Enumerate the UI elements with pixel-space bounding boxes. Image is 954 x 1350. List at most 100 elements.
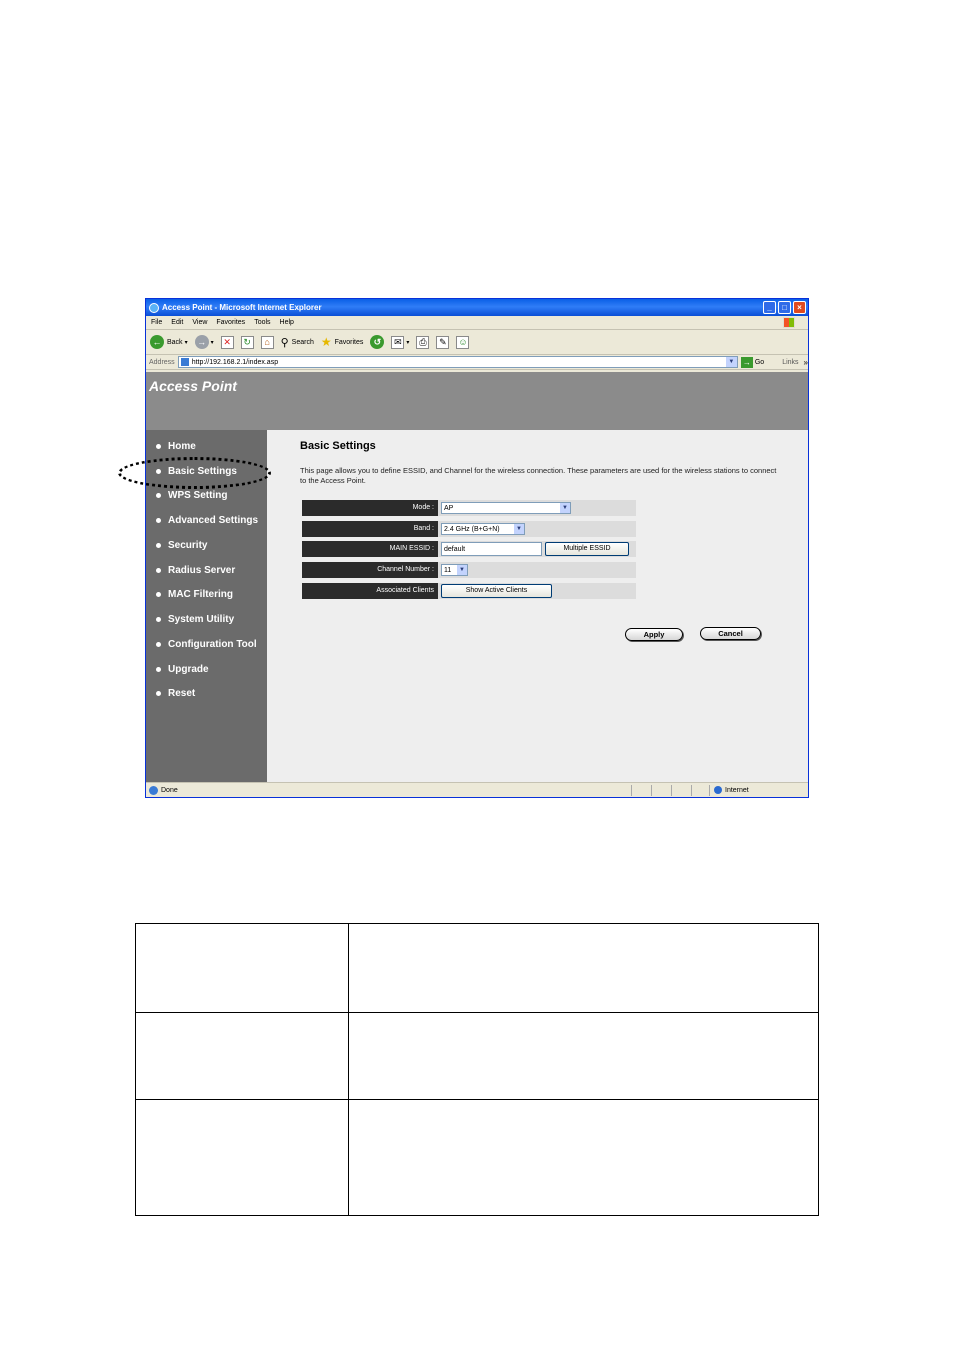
sidebar-item-advanced-settings[interactable]: Advanced Settings [156, 515, 258, 526]
back-label: Back [167, 338, 183, 346]
apply-button[interactable]: Apply [625, 628, 683, 641]
band-label: Band : [302, 521, 438, 537]
sidebar-item-upgrade[interactable]: Upgrade [156, 664, 209, 675]
description-table [135, 923, 819, 1216]
ie-icon [149, 302, 159, 313]
mail-button[interactable]: ✉ ▾ [391, 335, 409, 349]
menu-edit[interactable]: Edit [171, 319, 183, 326]
sidebar-item-label: Radius Server [168, 565, 236, 576]
menu-view[interactable]: View [192, 319, 207, 326]
bullet-icon [156, 592, 161, 597]
history-icon: ↺ [370, 335, 385, 349]
clients-label: Associated Clients [302, 583, 438, 599]
windows-flag-icon [783, 317, 795, 328]
sidebar-item-label: Home [168, 441, 196, 452]
table-row [135, 1012, 819, 1100]
status-divider [651, 785, 652, 796]
essid-input[interactable]: default [441, 542, 542, 556]
history-button[interactable]: ↺ [370, 335, 385, 349]
sidebar-item-label: MAC Filtering [168, 589, 233, 600]
sidebar-item-radius-server[interactable]: Radius Server [156, 565, 235, 576]
chevron-down-icon[interactable]: ▾ [406, 339, 409, 346]
sidebar-item-reset[interactable]: Reset [156, 688, 195, 699]
address-label: Address [149, 358, 175, 366]
brand-title: Access Point [149, 378, 237, 394]
stop-button[interactable]: ✕ [220, 335, 234, 349]
sidebar-item-mac-filtering[interactable]: MAC Filtering [156, 589, 233, 600]
table-cell [348, 923, 819, 1013]
channel-value: 11 [444, 566, 452, 574]
essid-row: MAIN ESSID : default Multiple ESSID [302, 541, 636, 557]
show-active-clients-button[interactable]: Show Active Clients [441, 584, 552, 598]
sidebar-item-system-utility[interactable]: System Utility [156, 614, 234, 625]
clients-row: Associated Clients Show Active Clients [302, 583, 636, 599]
menu-file[interactable]: File [151, 319, 162, 326]
browser-window: Access Point - Microsoft Internet Explor… [145, 298, 809, 798]
essid-value: default [444, 545, 466, 553]
back-button[interactable]: ← Back ▾ [150, 335, 188, 349]
search-button[interactable]: ⚲ Search [281, 336, 314, 349]
multiple-essid-button[interactable]: Multiple ESSID [545, 542, 629, 556]
forward-button[interactable]: → ▾ [194, 335, 214, 349]
sidebar-item-label: Configuration Tool [168, 639, 257, 650]
mode-value: AP [444, 504, 454, 512]
menu-tools[interactable]: Tools [254, 319, 270, 326]
mode-select[interactable]: AP ▼ [441, 502, 571, 514]
band-select[interactable]: 2.4 GHz (B+G+N) ▼ [441, 523, 525, 535]
messenger-icon: ☺ [456, 335, 470, 349]
address-input[interactable]: http://192.168.2.1/index.asp ▼ [177, 356, 738, 368]
page-description: This page allows you to define ESSID, an… [300, 466, 777, 485]
security-zone: Internet [714, 786, 749, 794]
refresh-button[interactable]: ↻ [240, 335, 254, 349]
links-button[interactable]: Links [782, 359, 798, 366]
sidebar-item-configuration-tool[interactable]: Configuration Tool [156, 639, 257, 650]
stop-icon: ✕ [220, 335, 234, 349]
globe-icon [714, 786, 722, 794]
sidebar-item-security[interactable]: Security [156, 540, 207, 551]
window-title: Access Point - Microsoft Internet Explor… [162, 303, 322, 312]
table-cell [348, 1012, 819, 1100]
messenger-button[interactable]: ☺ [456, 335, 470, 349]
refresh-icon: ↻ [240, 335, 254, 349]
status-divider [691, 785, 692, 796]
menu-bar: File Edit View Favorites Tools Help [146, 316, 808, 330]
channel-row: Channel Number : 11 ▼ [302, 562, 636, 578]
status-bar: Done Internet [146, 782, 808, 797]
bullet-icon [156, 642, 161, 647]
status-divider [709, 785, 710, 796]
table-row [135, 923, 819, 1013]
star-icon: ★ [320, 335, 332, 349]
cancel-button[interactable]: Cancel [700, 627, 761, 640]
menu-favorites[interactable]: Favorites [216, 319, 245, 326]
chevron-down-icon[interactable]: ▾ [185, 339, 188, 346]
go-button[interactable]: Go [755, 359, 764, 366]
toolbar: ← Back ▾ → ▾ ✕ ↻ ⌂ ⚲ Search ★ Favorites … [146, 330, 808, 355]
status-divider [631, 785, 632, 796]
edit-button[interactable]: ✎ [436, 335, 450, 349]
home-button[interactable]: ⌂ [260, 335, 274, 349]
main-content: Basic Settings This page allows you to d… [267, 430, 808, 783]
print-icon: ⎙ [416, 335, 430, 349]
close-button[interactable]: × [793, 301, 806, 314]
table-row [135, 1099, 819, 1216]
address-url: http://192.168.2.1/index.asp [191, 358, 279, 366]
status-text: Done [161, 786, 178, 794]
done-page-icon [149, 785, 158, 795]
channel-select[interactable]: 11 ▼ [441, 564, 468, 576]
search-icon: ⚲ [280, 336, 289, 349]
favorites-button[interactable]: ★ Favorites [321, 335, 364, 349]
maximize-button[interactable]: □ [778, 301, 791, 314]
table-cell [135, 923, 349, 1013]
print-button[interactable]: ⎙ [416, 335, 430, 349]
minimize-button[interactable]: _ [763, 301, 776, 314]
sidebar-item-home[interactable]: Home [156, 441, 196, 452]
chevron-down-icon[interactable]: ▾ [211, 339, 214, 346]
channel-label: Channel Number : [302, 562, 438, 578]
menu-help[interactable]: Help [280, 319, 294, 326]
sidebar-item-wps-setting[interactable]: WPS Setting [156, 490, 227, 501]
band-value: 2.4 GHz (B+G+N) [444, 525, 500, 533]
go-arrow-icon[interactable]: → [740, 356, 753, 368]
sidebar-item-label: Advanced Settings [168, 515, 259, 526]
double-chevron-icon[interactable]: » [804, 358, 808, 367]
chevron-down-icon[interactable]: ▼ [725, 357, 737, 367]
